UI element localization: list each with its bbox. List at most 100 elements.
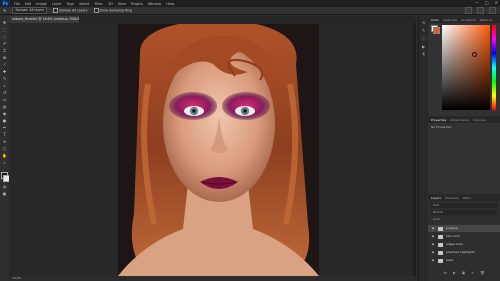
tab-libraries[interactable]: Libraries [473,118,486,122]
menu-plugins[interactable]: Plugins [131,2,143,6]
layer-row[interactable]: ◉ hair color [428,233,500,240]
zoom-icon[interactable]: ⌕ [2,160,7,165]
visibility-eye-icon[interactable]: ◉ [431,241,435,248]
document-tab-bar: redone_thumb4 @ 18.8% (makeup, RGB/16*) [9,16,415,23]
menu-image[interactable]: Image [36,2,47,6]
tab-adjustments[interactable]: Adjustments [450,118,469,122]
tab-color[interactable]: Color [431,18,439,22]
new-layer-icon[interactable]: + [471,271,474,277]
menu-file[interactable]: File [14,2,20,6]
tab-channels[interactable]: Channels [445,196,459,200]
healing-icon[interactable]: ✚ [2,69,7,74]
trash-icon[interactable]: 🗑 [480,271,484,277]
dodge-icon[interactable]: ● [2,118,7,123]
brush-panel-icon[interactable]: ✎ [421,28,426,33]
search-icon[interactable] [465,7,472,14]
tab-paths[interactable]: Paths [463,196,471,200]
minimize-button[interactable]: — [475,0,479,5]
tab-gradients[interactable]: Gradients [461,18,476,22]
paragraph-panel-icon[interactable]: ¶ [421,52,426,57]
layer-row[interactable]: ◉ edges lines [428,241,500,248]
frame-icon[interactable]: ⊠ [2,55,7,60]
eraser-icon[interactable]: ▭ [2,97,7,102]
app-logo: Ps [1,0,10,7]
tab-patterns[interactable]: Patterns [480,18,492,22]
menu-window[interactable]: Window [148,2,161,6]
options-right-group [465,7,496,14]
actions-panel-icon[interactable]: ▶ [421,44,426,49]
options-bar: ✎ Sample: All layers Sample All Layers S… [0,7,500,15]
menu-layer[interactable]: Layer [52,2,61,6]
zoom-level[interactable]: 18.8% [12,276,22,280]
maximize-button[interactable]: □ [485,0,489,5]
tab-properties[interactable]: Properties [431,118,446,122]
document-tab[interactable]: redone_thumb4 @ 18.8% (makeup, RGB/16*) [9,16,79,23]
info-panel-icon[interactable]: ⓘ [421,36,426,41]
layer-row[interactable]: ◉ makeup [428,225,500,232]
blend-mode-select[interactable]: Normal [431,210,497,215]
hand-icon[interactable]: ✋ [2,153,7,158]
hue-slider[interactable] [492,25,496,110]
visibility-eye-icon[interactable]: ◉ [431,249,435,256]
pen-icon[interactable]: ✒ [2,125,7,130]
share-icon[interactable] [489,7,496,14]
brush-icon[interactable]: ✎ [2,76,7,81]
shape-icon[interactable]: ▢ [2,146,7,151]
visibility-eye-icon[interactable]: ◉ [431,257,435,264]
crop-icon[interactable]: ⌗ [2,48,7,53]
right-panels: Color Swatches Gradients Patterns Proper… [428,16,500,281]
lock-row: Lock: [433,217,441,221]
layer-name: edges lines [446,242,463,246]
marquee-icon[interactable]: ⬚ [2,27,7,32]
show-ring-checkbox[interactable]: Show Sampling Ring [93,8,132,13]
sample-size-select[interactable]: Sample: All layers [12,7,48,14]
photoshop-window: Ps File Edit Image Layer Type Select Fil… [0,0,500,281]
layers-panel-tabs: Layers Channels Paths [428,194,500,201]
tab-layers[interactable]: Layers [431,196,441,200]
adjustment-icon[interactable]: ◐ [453,271,456,277]
background-swatch[interactable] [433,27,440,34]
folder-icon [438,258,443,263]
menu-help[interactable]: Help [166,2,174,6]
color-field[interactable] [442,25,490,110]
quick-select-icon[interactable]: ✐ [2,41,7,46]
visibility-eye-icon[interactable]: ◉ [431,225,435,232]
layers-bottom-bar: fx ◐ ▣ + 🗑 [428,271,500,277]
history-panel-icon[interactable]: ⟲ [421,20,426,25]
color-picker-cursor[interactable] [472,52,477,57]
status-bar: 18.8% [9,276,418,281]
type-icon[interactable]: T [2,132,7,137]
lasso-icon[interactable]: ◌ [2,34,7,39]
menu-view[interactable]: View [118,2,126,6]
menu-edit[interactable]: Edit [25,2,32,6]
history-brush-icon[interactable]: ↺ [2,90,7,95]
stamp-icon[interactable]: ⊥ [2,83,7,88]
close-button[interactable]: ✕ [495,0,498,5]
group-icon[interactable]: ▣ [462,271,465,277]
layer-filter-select[interactable]: Kind [431,203,497,208]
canvas-scrollbar[interactable] [413,23,416,276]
layer-row[interactable]: ◉ shadows highlights [428,249,500,256]
move-icon[interactable]: ✥ [2,20,7,25]
menu-3d[interactable]: 3D [108,2,113,6]
sample-all-checkbox[interactable]: Sample All Layers [53,8,88,13]
fx-icon[interactable]: fx [443,271,446,277]
menu-type[interactable]: Type [66,2,74,6]
layer-name: shadows highlights [446,250,475,254]
blur-icon[interactable]: ◆ [2,111,7,116]
layer-name: base [446,258,454,262]
menu-filter[interactable]: Filter [95,2,103,6]
workspace-icon[interactable] [477,7,484,14]
window-controls: — □ ✕ [475,0,498,5]
gradient-icon[interactable]: ▤ [2,104,7,109]
layer-row[interactable]: ◉ base [428,257,500,264]
menu-select[interactable]: Select [79,2,89,6]
sample-all-label: Sample All Layers [59,8,88,13]
visibility-eye-icon[interactable]: ◉ [431,233,435,240]
eyedropper-tool-icon[interactable]: ⁄ [2,62,7,67]
quick-mask-icon[interactable]: ◍ [2,184,7,189]
path-select-icon[interactable]: ➤ [2,139,7,144]
eyedropper-icon[interactable]: ✎ [3,8,6,13]
tab-swatches[interactable]: Swatches [443,18,457,22]
screen-mode-icon[interactable]: ▣ [2,191,7,196]
